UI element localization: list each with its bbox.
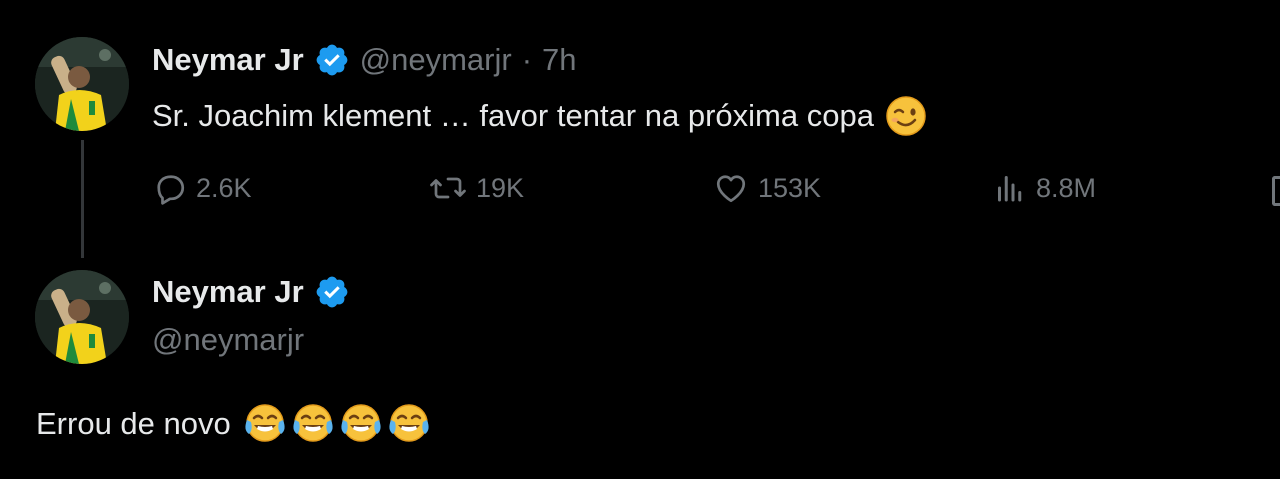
tweet-text-content: Errou de novo [36,406,231,441]
timestamp[interactable]: 7h [542,42,576,78]
avatar-photo [35,270,129,364]
avatar[interactable] [35,37,129,131]
views-button[interactable]: 8.8M [992,170,1096,206]
reply-icon [157,175,185,205]
verified-badge-icon [314,42,350,78]
face-with-tears-of-joy-emoji [339,402,383,446]
repost-icon [430,177,466,199]
tweet-header: Neymar Jr [152,274,350,310]
repost-button[interactable]: 19K [428,170,524,206]
avatar-photo [35,37,129,131]
views-chart-icon [998,176,1022,202]
winking-face-emoji [884,94,928,138]
display-name[interactable]: Neymar Jr [152,274,304,310]
handle[interactable]: @neymarjr [152,322,304,358]
face-with-tears-of-joy-emoji [387,402,431,446]
reply-button[interactable]: 2.6K [152,170,252,206]
tweet-text: Errou de novo [36,402,431,446]
like-count: 153K [758,172,822,203]
handle[interactable]: @neymarjr [360,42,512,78]
avatar[interactable] [35,270,129,364]
tweet-text: Sr. Joachim klement … favor tentar na pr… [152,94,928,138]
thread-connector-line [81,140,84,258]
display-name[interactable]: Neymar Jr [152,42,304,78]
time-separator: · [521,42,533,77]
reply-count: 2.6K [196,172,252,203]
tweet-text-content: Sr. Joachim klement … favor tentar na pr… [152,98,874,133]
bookmark-icon[interactable] [1272,176,1280,206]
tweet-header: Neymar Jr @neymarjr · 7h [152,42,577,78]
verified-badge-icon [314,274,350,310]
like-button[interactable]: 153K [712,170,821,206]
face-with-tears-of-joy-emoji [291,402,335,446]
handle-row: @neymarjr [152,322,304,358]
heart-icon [716,175,746,203]
tweet-actions-bar: 2.6K 19K 153K 8.8M [152,170,1280,214]
face-with-tears-of-joy-emoji [243,402,287,446]
views-count: 8.8M [1036,172,1097,203]
repost-count: 19K [476,172,525,203]
